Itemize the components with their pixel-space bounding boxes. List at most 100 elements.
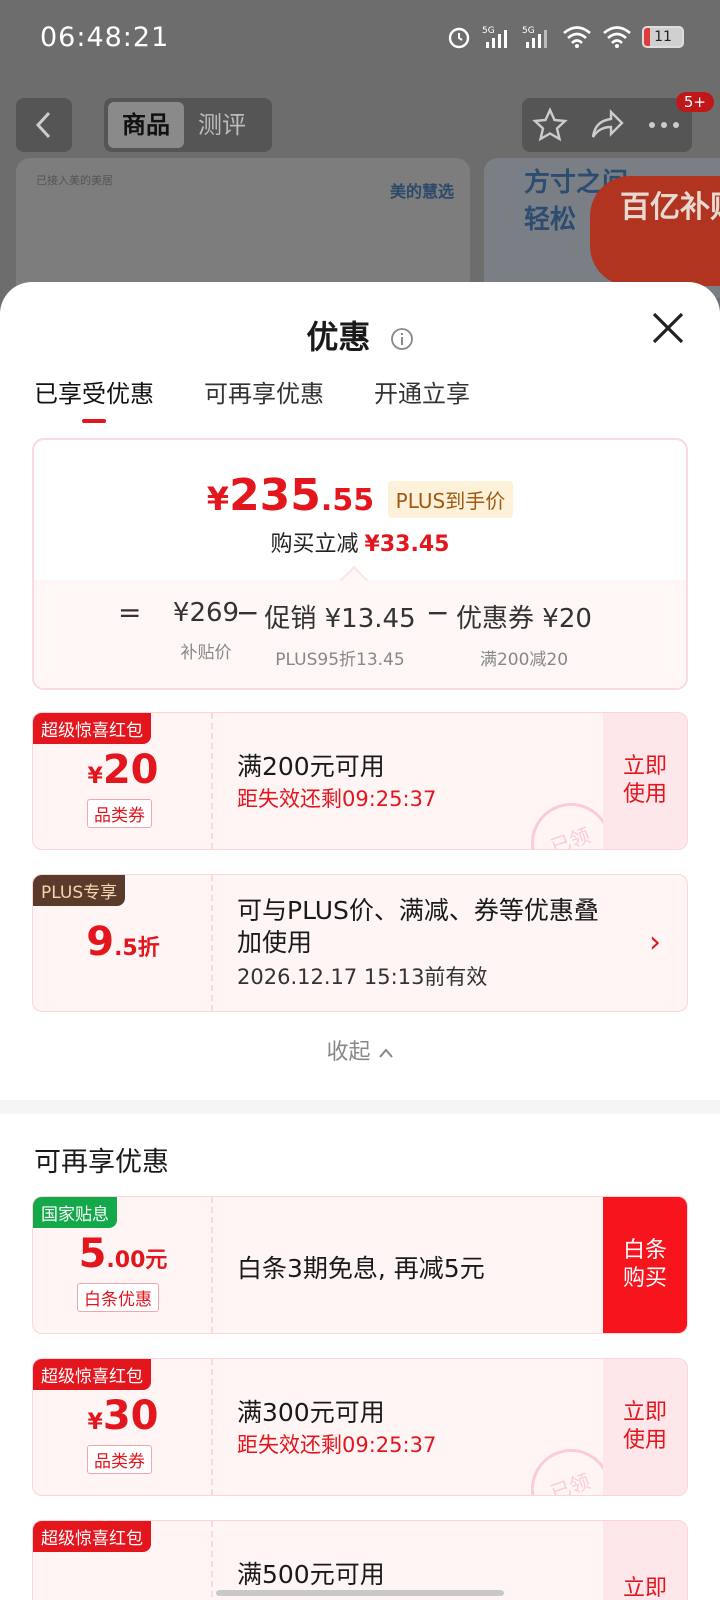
tab-applied[interactable]: 已享受优惠 <box>34 374 154 423</box>
coupon-amount-value: 20 <box>102 747 159 793</box>
use-now-label: 立即 使用 <box>622 754 667 807</box>
coupon-label: 满200减20 <box>479 650 569 670</box>
signal-5g-icon: 5G <box>482 26 507 48</box>
discount-sheet: 优惠 已享受优惠 可再享优惠 开通立享 ¥235.55 PLUS到手价 购买立减… <box>0 282 720 1600</box>
price-formula: = ¥269 补贴价 − 促销 ¥13.45 PLUS95折13.45 − 优惠… <box>34 580 686 688</box>
coupon-card: 超级惊喜红包 满500元可用 立即 <box>32 1520 688 1600</box>
promo-item: 促销 ¥13.45 PLUS95折13.45 <box>262 598 418 670</box>
coupon-amount-value: 5 <box>78 1231 107 1277</box>
product-image[interactable]: 已接入美的美居 美的慧选 <box>16 158 470 298</box>
chevron-up-icon <box>378 1048 393 1058</box>
price-summary: ¥235.55 PLUS到手价 购买立减 ¥33.45 = ¥269 补贴价 − … <box>32 438 688 690</box>
coupon-currency: ¥ <box>87 1410 103 1435</box>
status-bar: 06:48:21 5G 5G 11 <box>0 0 720 80</box>
chevron-left-icon <box>35 111 51 139</box>
signal-5g-icon-2: 5G <box>522 26 547 48</box>
brand-logo: 美的慧选 <box>389 182 454 201</box>
coupon-item: 优惠券 ¥20 满200减20 <box>454 598 594 670</box>
plus-price-tag: PLUS到手价 <box>387 481 514 518</box>
alarm-icon <box>448 27 470 49</box>
sheet-header: 优惠 <box>0 312 720 358</box>
coupon-countdown: 距失效还剩09:25:37 <box>237 1433 437 1457</box>
battery-icon: 11 <box>642 26 684 48</box>
coupon-currency: ¥ <box>87 764 103 789</box>
coupon-value: 优惠券 ¥20 <box>456 604 592 634</box>
nav-actions <box>522 98 692 152</box>
chevron-right-icon: › <box>649 925 661 960</box>
baitiao-buy-button[interactable]: 白条 购买 <box>603 1197 687 1333</box>
price-currency: ¥ <box>206 480 230 518</box>
coupon-condition: 满500元可用 <box>237 1560 385 1589</box>
svg-text:5G: 5G <box>482 26 495 36</box>
coupon-card: 超级惊喜红包 ¥20 品类券 满200元可用 距失效还剩09:25:37 已领 … <box>32 712 688 850</box>
tab-product[interactable]: 商品 <box>108 102 184 148</box>
svg-text:5G: 5G <box>522 26 535 36</box>
coupon-condition: 白条3期免息, 再减5元 <box>237 1254 485 1283</box>
minus-sign: − <box>236 596 260 629</box>
minus-sign-2: − <box>426 596 450 629</box>
instant-reduction: 购买立减 ¥33.45 <box>34 526 686 558</box>
status-time: 06:48:21 <box>40 22 170 53</box>
coupon-condition: 满300元可用 <box>237 1398 385 1427</box>
discount-tabs: 已享受优惠 可再享优惠 开通立享 <box>34 374 470 423</box>
collapse-label: 收起 <box>326 1040 371 1065</box>
coupon-amount-suffix: .00元 <box>106 1248 168 1273</box>
use-now-button[interactable]: 立即 使用 <box>603 1359 687 1495</box>
coupon-condition: 满200元可用 <box>237 752 385 781</box>
coupon-countdown: 距失效还剩09:25:37 <box>237 787 437 811</box>
collapse-button[interactable]: 收起 <box>0 1034 720 1066</box>
coupon-tag: 超级惊喜红包 <box>33 713 151 744</box>
coupon-tag: 国家贴息 <box>33 1197 117 1228</box>
status-icons: 5G 5G 11 <box>446 24 684 50</box>
coupon-amount-value: 30 <box>102 1393 159 1439</box>
close-icon[interactable] <box>648 308 688 348</box>
coupon-tag: 超级惊喜红包 <box>33 1359 151 1390</box>
promo-label: PLUS95折13.45 <box>275 650 405 670</box>
tab-available[interactable]: 可再享优惠 <box>204 374 324 409</box>
star-icon[interactable] <box>532 107 569 143</box>
discount-suffix: .5折 <box>114 936 160 961</box>
price-integer: 235 <box>229 470 321 521</box>
coupon-condition: 可与PLUS价、满减、券等优惠叠加使用 <box>237 896 599 957</box>
coupon-amount: ¥30 <box>33 1393 213 1439</box>
wifi-icon-2 <box>603 26 631 48</box>
back-button[interactable] <box>16 98 72 152</box>
tab-activate[interactable]: 开通立享 <box>374 374 470 409</box>
tab-review[interactable]: 测评 <box>184 102 260 148</box>
use-now-label: 立即 使用 <box>622 1400 667 1453</box>
coupon-tag: 超级惊喜红包 <box>33 1521 151 1552</box>
coupon-amount: 5.00元 <box>33 1231 213 1277</box>
baitiao-buy-label: 白条 购买 <box>622 1238 667 1291</box>
promo-image[interactable]: 方寸之间 轻松 百亿补贴 <box>484 158 720 298</box>
reduce-label: 购买立减 <box>270 532 359 557</box>
share-icon[interactable] <box>589 107 625 143</box>
coupon-type: 品类券 <box>87 1445 152 1474</box>
message-badge: 5+ <box>675 92 714 112</box>
product-top-nav: 商品 测评 5+ <box>0 92 720 156</box>
equals-sign: = <box>118 596 142 629</box>
reduce-value: ¥33.45 <box>364 532 450 557</box>
use-now-button[interactable]: 立即 使用 <box>603 713 687 849</box>
use-now-button[interactable]: 立即 <box>603 1521 687 1600</box>
base-price-label: 补贴价 <box>180 643 232 663</box>
coupon-type: 白条优惠 <box>77 1283 159 1312</box>
home-indicator[interactable] <box>216 1590 504 1596</box>
coupon-tag: PLUS专享 <box>33 875 126 906</box>
price-decimal: .55 <box>320 483 375 518</box>
info-icon[interactable] <box>390 327 414 351</box>
subsidy-badge: 百亿补贴 <box>590 176 720 286</box>
product-tab-switch: 商品 测评 <box>104 98 272 152</box>
promo-value: 促销 ¥13.45 <box>264 604 416 634</box>
coupon-amount: 9.5折 <box>33 919 213 965</box>
section-title: 可再享优惠 <box>34 1147 169 1178</box>
final-price: ¥235.55 PLUS到手价 <box>34 470 686 524</box>
coupon-validity: 2026.12.17 15:13前有效 <box>237 965 488 989</box>
wifi-icon <box>563 26 591 48</box>
more-icon[interactable] <box>646 119 682 131</box>
brand-tag: 已接入美的美居 <box>36 174 113 187</box>
plus-discount-card[interactable]: PLUS专享 9.5折 可与PLUS价、满减、券等优惠叠加使用 2026.12.… <box>32 874 688 1012</box>
sheet-title: 优惠 <box>306 318 371 356</box>
coupon-amount: ¥20 <box>33 747 213 793</box>
coupon-type: 品类券 <box>87 799 152 828</box>
use-now-label: 立即 <box>622 1576 667 1600</box>
